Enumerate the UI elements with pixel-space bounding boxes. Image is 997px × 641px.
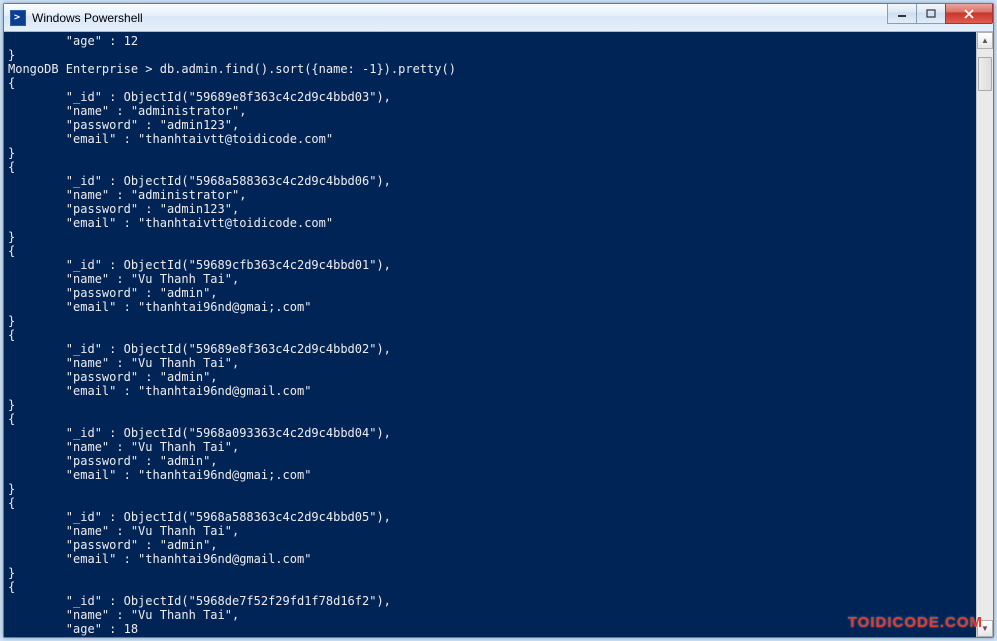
scroll-up-button[interactable]: ▲	[977, 32, 993, 49]
titlebar[interactable]: Windows Powershell	[4, 4, 993, 32]
terminal-output[interactable]: "age" : 12 } MongoDB Enterprise > db.adm…	[4, 32, 976, 637]
scroll-down-button[interactable]: ▼	[977, 620, 993, 637]
close-icon	[963, 9, 975, 19]
vertical-scrollbar[interactable]: ▲ ▼	[976, 32, 993, 637]
window-controls	[888, 4, 993, 24]
client-area: "age" : 12 } MongoDB Enterprise > db.adm…	[4, 32, 993, 637]
scroll-track[interactable]	[977, 49, 993, 620]
maximize-button[interactable]	[916, 4, 946, 24]
window-title: Windows Powershell	[32, 11, 143, 25]
maximize-icon	[926, 9, 936, 19]
scroll-thumb[interactable]	[978, 57, 992, 91]
powershell-icon	[10, 10, 26, 26]
close-button[interactable]	[945, 4, 993, 24]
minimize-button[interactable]	[887, 4, 917, 24]
powershell-window: Windows Powershell "age" : 12 } MongoDB …	[3, 3, 994, 638]
minimize-icon	[897, 9, 907, 19]
